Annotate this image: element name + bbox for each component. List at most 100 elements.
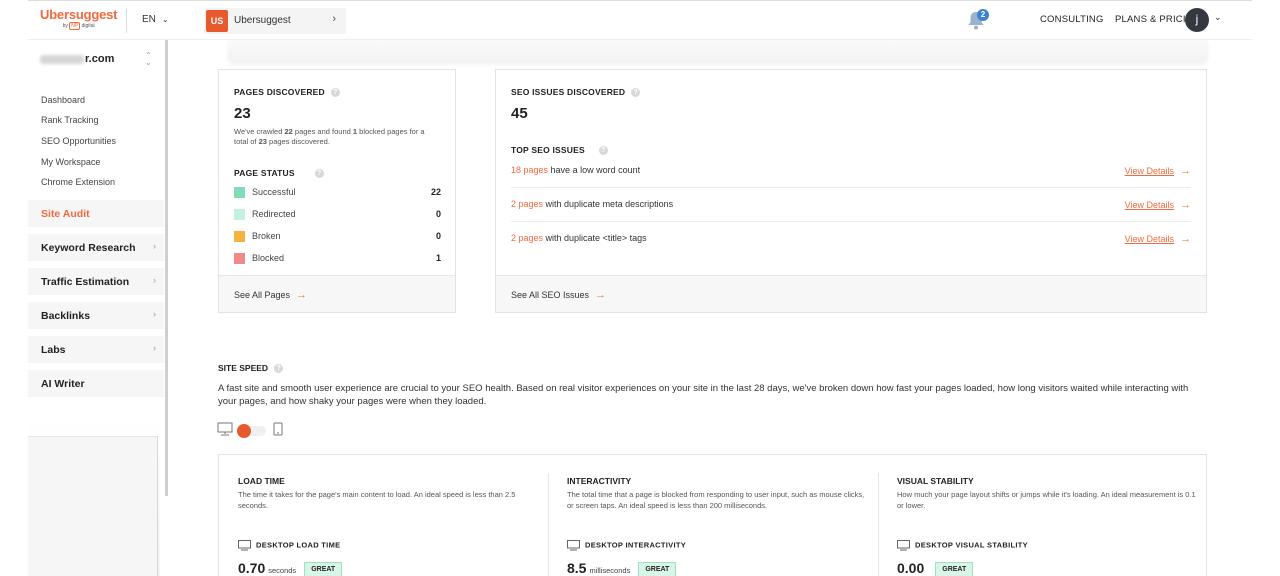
notification-count: 2	[977, 9, 989, 21]
view-details-label: View Details	[1124, 166, 1174, 176]
issue-description: with duplicate <title> tags	[543, 233, 647, 243]
help-icon[interactable]: ?	[631, 88, 641, 98]
sidebar-item-traffic-estimation[interactable]: Traffic Estimation ›	[28, 268, 164, 296]
sidebar-item-labs[interactable]: Labs ›	[28, 336, 164, 364]
visual-stability-value: 0.00 GREAT	[897, 560, 974, 576]
blurred-domain-prefix	[40, 54, 84, 64]
domain-name: r.com	[85, 53, 115, 65]
mobile-icon[interactable]	[273, 422, 283, 436]
issue-count-link[interactable]: 2 pages	[511, 233, 543, 243]
project-name: Ubersuggest	[234, 15, 291, 26]
arrow-right-icon: →	[1180, 233, 1191, 245]
interactivity-description: The total time that a page is blocked fr…	[567, 490, 865, 510]
load-time-description: The time it takes for the page's main co…	[238, 490, 516, 510]
sidebar-item-seo-opportunities[interactable]: SEO Opportunities	[41, 136, 116, 146]
view-details-label: View Details	[1124, 200, 1174, 210]
monitor-label: DESKTOP LOAD TIME	[256, 540, 341, 550]
load-time-value: 0.70 seconds GREAT	[238, 560, 343, 576]
language-label: EN	[142, 14, 156, 25]
expand-collapse-icon[interactable]: ⌃ ⌄	[145, 52, 152, 67]
page-status-title: PAGE STATUS?	[234, 168, 324, 179]
view-details-link[interactable]: View Details →	[1125, 165, 1191, 177]
sidebar-item-my-workspace[interactable]: My Workspace	[41, 157, 100, 167]
issue-count-link[interactable]: 18 pages	[511, 165, 548, 175]
arrow-right-icon: →	[1180, 165, 1191, 177]
sidebar-item-ai-writer[interactable]: AI Writer	[28, 370, 164, 398]
help-icon[interactable]: ?	[330, 88, 340, 98]
header-divider	[126, 9, 127, 33]
status-value: 0	[435, 231, 441, 241]
row-divider	[511, 187, 1191, 188]
sidebar-item-label: Backlinks	[41, 310, 91, 322]
status-row-blocked: Blocked 1	[234, 251, 441, 265]
issue-text: 18 pages have a low word count	[511, 165, 640, 175]
status-value: 0	[435, 209, 441, 219]
chevron-right-icon: ›	[153, 309, 156, 319]
see-all-pages-link[interactable]: See All Pages →	[234, 289, 307, 301]
domain-selector[interactable]: r.com	[40, 53, 114, 65]
status-badge: GREAT	[638, 562, 677, 576]
crawl-note: We've crawled 22 pages and found 1 block…	[234, 127, 439, 147]
note-text: We've crawled	[234, 127, 285, 136]
sidebar-item-keyword-research[interactable]: Keyword Research ›	[28, 234, 164, 262]
issue-description: with duplicate meta descriptions	[543, 199, 674, 209]
chevron-down-icon: ⌄	[161, 15, 169, 24]
help-icon[interactable]: ?	[598, 146, 608, 156]
load-time-title: LOAD TIME	[238, 476, 285, 486]
desktop-interactivity-label: DESKTOP INTERACTIVITY	[567, 540, 686, 551]
view-details-link[interactable]: View Details →	[1125, 199, 1191, 211]
project-badge: US	[206, 10, 228, 32]
site-speed-card: LOAD TIME The time it takes for the page…	[218, 454, 1207, 576]
issue-count-link[interactable]: 2 pages	[511, 199, 543, 209]
sidebar-item-rank-tracking[interactable]: Rank Tracking	[41, 115, 99, 125]
chevron-down-icon[interactable]: ⌄	[1214, 12, 1222, 23]
arrow-right-icon: →	[296, 289, 308, 301]
desktop-icon[interactable]	[217, 422, 233, 436]
view-details-label: View Details	[1124, 234, 1174, 244]
np-mark: NP	[69, 22, 81, 30]
language-selector[interactable]: EN ⌄	[142, 14, 169, 25]
status-badge: GREAT	[935, 562, 974, 576]
sidebar-item-dashboard[interactable]: Dashboard	[41, 95, 85, 105]
seo-issues-card: SEO ISSUES DISCOVERED? 45 TOP SEO ISSUES…	[495, 69, 1207, 313]
project-selector[interactable]: US Ubersuggest ›	[204, 8, 346, 34]
metric-unit: milliseconds	[589, 566, 631, 575]
issue-row: 2 pages with duplicate <title> tags View…	[511, 231, 1191, 247]
sidebar-item-label: AI Writer	[41, 378, 85, 390]
consulting-link[interactable]: CONSULTING	[1040, 14, 1104, 25]
sidebar-item-label: Traffic Estimation	[41, 276, 130, 288]
sidebar-item-backlinks[interactable]: Backlinks ›	[28, 302, 164, 330]
sidebar-item-label: Keyword Research	[41, 242, 136, 254]
desktop-icon	[567, 540, 580, 551]
issue-text: 2 pages with duplicate <title> tags	[511, 233, 647, 243]
metric-number: 8.5	[567, 560, 587, 576]
broken-swatch	[234, 231, 245, 242]
sidebar-scrollbar[interactable]	[165, 40, 168, 496]
sidebar-item-chrome-extension[interactable]: Chrome Extension	[41, 177, 115, 187]
see-all-seo-issues-link[interactable]: See All SEO Issues →	[511, 289, 606, 301]
device-toggle-knob[interactable]	[237, 424, 251, 438]
desktop-load-time-label: DESKTOP LOAD TIME	[238, 540, 340, 551]
blocked-swatch	[234, 253, 245, 264]
help-icon[interactable]: ?	[274, 364, 284, 374]
help-icon[interactable]: ?	[314, 169, 324, 179]
sidebar-item-label: Labs	[41, 344, 66, 356]
load-time-column: LOAD TIME The time it takes for the page…	[219, 455, 549, 576]
ubersuggest-logo[interactable]: Ubersuggest by NP digital	[40, 7, 117, 30]
crawled-count: 22	[284, 127, 293, 136]
avatar[interactable]: j	[1185, 8, 1209, 32]
status-value: 1	[435, 253, 441, 263]
pages-discovered-title: PAGES DISCOVERED?	[234, 87, 340, 98]
sidebar-item-site-audit[interactable]: Site Audit	[28, 200, 164, 228]
redirected-swatch	[234, 209, 245, 220]
interactivity-value: 8.5 milliseconds GREAT	[567, 560, 677, 576]
status-label: Blocked	[252, 253, 285, 263]
status-label: Successful	[252, 187, 296, 197]
interactivity-title: INTERACTIVITY	[567, 476, 632, 486]
view-details-link[interactable]: View Details →	[1125, 233, 1191, 245]
visual-stability-description: How much your page layout shifts or jump…	[897, 490, 1196, 510]
arrow-right-icon: →	[595, 289, 607, 301]
logo-digital: digital	[81, 23, 95, 29]
metric-number: 0.70	[238, 560, 266, 576]
site-speed-title: SITE SPEED?	[218, 363, 284, 374]
